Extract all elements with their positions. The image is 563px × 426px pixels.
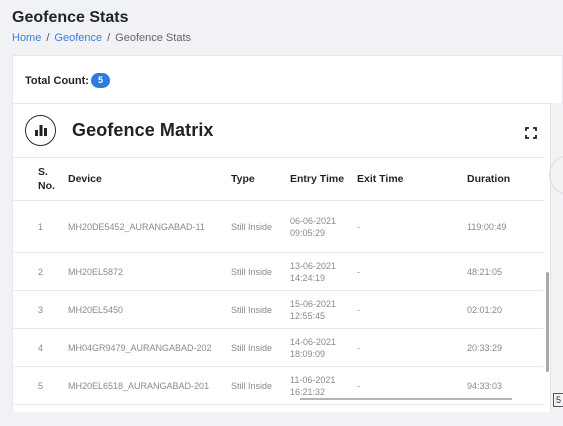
column-header-exit-time[interactable]: Exit Time — [353, 157, 463, 201]
cell-duration: 20:33:29 — [463, 328, 543, 367]
cell-device: MH20EL5450 — [64, 290, 227, 329]
cell-sno: 1 — [13, 200, 64, 253]
cell-entry-time: 06-06-2021 09:05:29 — [286, 200, 353, 253]
cell-sno: 5 — [13, 366, 64, 405]
column-header-sno[interactable]: S. No. — [13, 157, 64, 201]
cell-entry-time: 13-06-2021 14:24:19 — [286, 252, 353, 291]
cell-sno: 3 — [13, 290, 64, 329]
cell-type: Still Inside — [227, 328, 286, 367]
cell-type: Still Inside — [227, 200, 286, 253]
cell-type: Still Inside — [227, 290, 286, 329]
page-title: Geofence Stats — [12, 9, 129, 26]
vertical-scrollbar[interactable] — [546, 272, 549, 372]
column-header-duration[interactable]: Duration — [463, 157, 543, 201]
table-row: 4 MH04GR9479_AURANGABAD-202 Still Inside… — [13, 328, 543, 367]
column-header-entry-time[interactable]: Entry Time — [286, 157, 353, 201]
matrix-header: Geofence Matrix — [25, 115, 214, 146]
cell-sno: 2 — [13, 252, 64, 291]
cell-exit-time: - — [353, 252, 463, 291]
cell-exit-time: - — [353, 200, 463, 253]
cell-device: MH20DE5452_AURANGABAD-11 — [64, 200, 227, 253]
table-row: 1 MH20DE5452_AURANGABAD-11 Still Inside … — [13, 200, 543, 253]
cell-duration: 02:01:20 — [463, 290, 543, 329]
total-count-row: Total Count: 5 — [25, 73, 110, 88]
table-row: 3 MH20EL5450 Still Inside 15-06-2021 12:… — [13, 290, 543, 329]
cell-entry-time: 15-06-2021 12:55:45 — [286, 290, 353, 329]
geofence-matrix-table: S. No. Device Type Entry Time Exit Time … — [13, 157, 543, 405]
total-count-label: Total Count: — [25, 74, 89, 87]
cell-sno: 4 — [13, 328, 64, 367]
breadcrumb-current: Geofence Stats — [115, 32, 191, 44]
cell-device: MH20EL6518_AURANGABAD-201 — [64, 366, 227, 405]
matrix-title: Geofence Matrix — [72, 120, 214, 140]
breadcrumb: Home / Geofence / Geofence Stats — [12, 32, 191, 44]
stats-card: Total Count: 5 Geofence Matrix S. No. De… — [12, 55, 563, 412]
cell-type: Still Inside — [227, 252, 286, 291]
cell-device: MH20EL5872 — [64, 252, 227, 291]
cell-exit-time: - — [353, 328, 463, 367]
horizontal-scrollbar[interactable] — [300, 398, 512, 400]
matrix-table-wrapper[interactable]: S. No. Device Type Entry Time Exit Time … — [13, 157, 550, 413]
breadcrumb-separator: / — [107, 32, 111, 44]
cell-device: MH04GR9479_AURANGABAD-202 — [64, 328, 227, 367]
table-row: 2 MH20EL5872 Still Inside 13-06-2021 14:… — [13, 252, 543, 291]
adjacent-panel-edge — [550, 103, 563, 412]
column-header-device[interactable]: Device — [64, 157, 227, 201]
table-header-row: S. No. Device Type Entry Time Exit Time … — [13, 157, 543, 201]
adjacent-panel-corner-label: 5 — [553, 393, 563, 407]
breadcrumb-geofence-link[interactable]: Geofence — [54, 32, 102, 44]
cell-duration: 119:00:49 — [463, 200, 543, 253]
breadcrumb-home-link[interactable]: Home — [12, 32, 41, 44]
total-count-badge: 5 — [90, 73, 110, 88]
expand-icon[interactable] — [525, 126, 537, 139]
cell-exit-time: - — [353, 290, 463, 329]
column-header-type[interactable]: Type — [227, 157, 286, 201]
breadcrumb-separator: / — [46, 32, 50, 44]
cell-entry-time: 14-06-2021 18:09:09 — [286, 328, 353, 367]
bar-chart-icon — [25, 115, 56, 146]
geofence-matrix-panel: Geofence Matrix S. No. Device Type Entry… — [13, 103, 550, 412]
cell-type: Still Inside — [227, 366, 286, 405]
cell-duration: 48:21:05 — [463, 252, 543, 291]
